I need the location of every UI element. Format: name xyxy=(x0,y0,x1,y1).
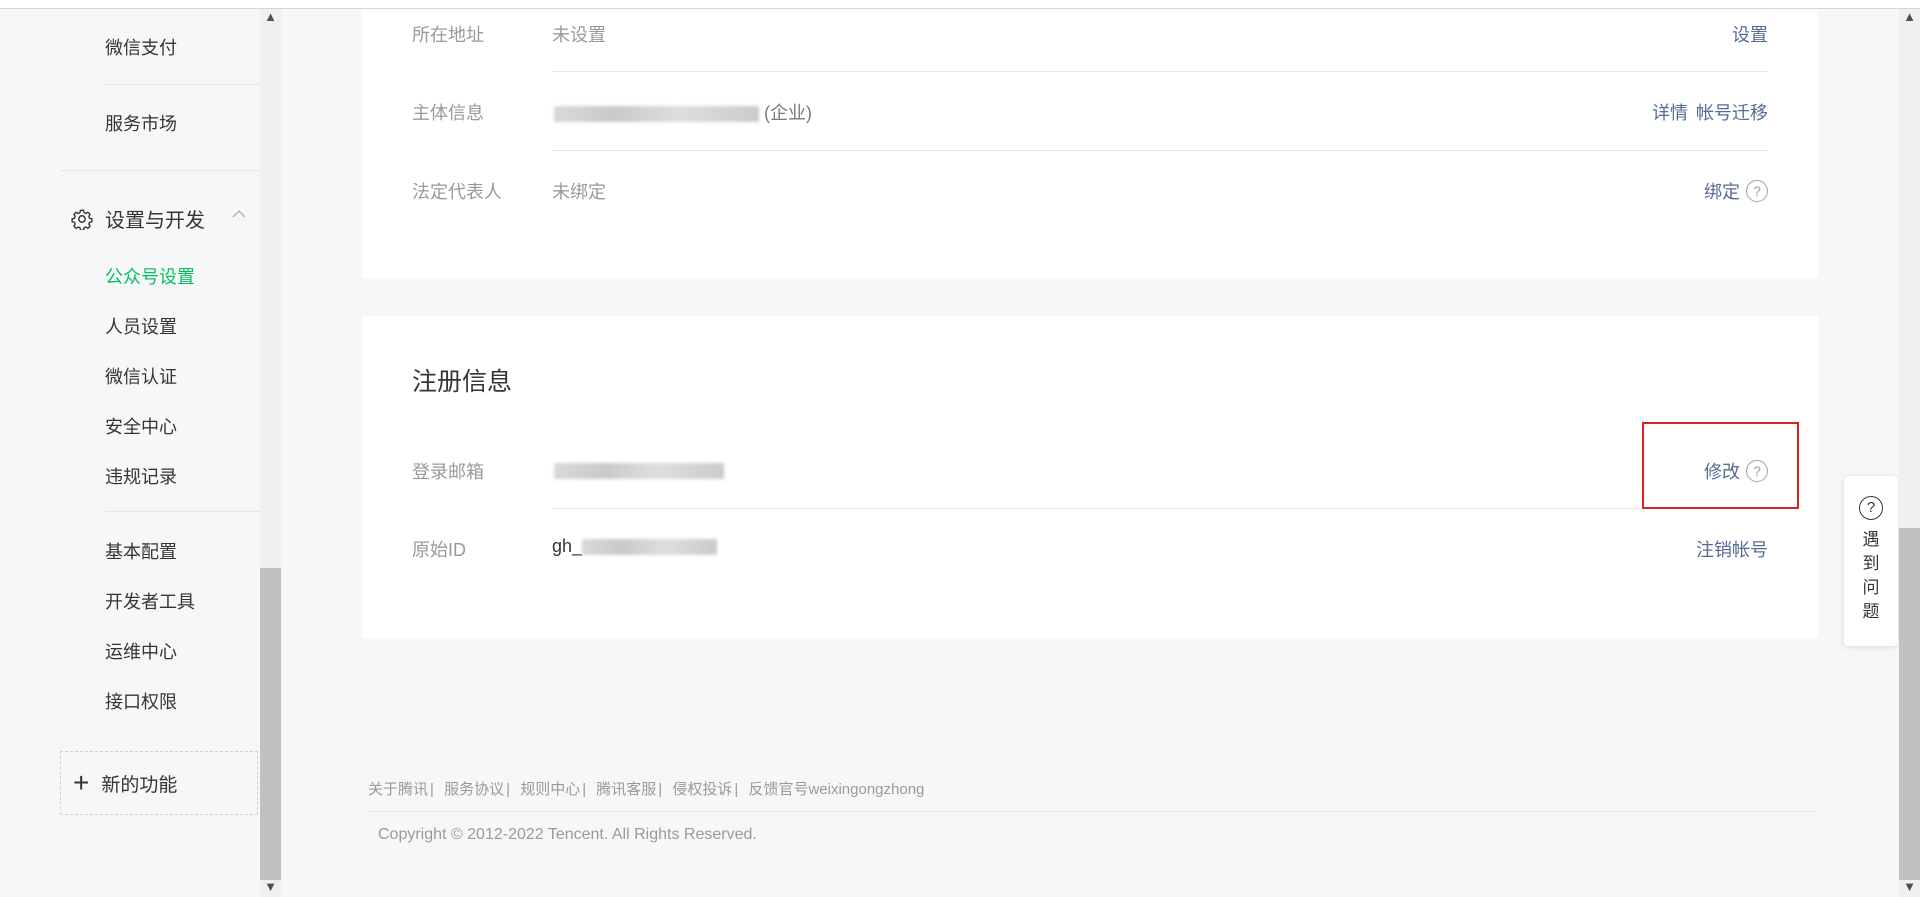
account-migrate-link[interactable]: 帐号迁移 xyxy=(1696,99,1768,125)
footer-link-service-agreement[interactable]: 服务协议 xyxy=(444,781,504,798)
footer-separator: | xyxy=(658,781,663,798)
sidebar-item-violation-records[interactable]: 违规记录 xyxy=(105,463,177,489)
sidebar-item-service-market[interactable]: 服务市场 xyxy=(105,110,177,136)
cancel-account-link[interactable]: 注销帐号 xyxy=(1696,536,1768,562)
sidebar-item-api-permissions[interactable]: 接口权限 xyxy=(105,688,177,714)
redacted-id xyxy=(582,539,718,556)
legal-rep-value: 未绑定 xyxy=(552,182,606,202)
original-id-prefix: gh_ xyxy=(552,536,583,556)
plus-icon: + xyxy=(73,767,90,798)
footer-link-rules-center[interactable]: 规则中心 xyxy=(520,781,580,798)
sidebar-item-basic-config[interactable]: 基本配置 xyxy=(105,538,177,564)
footer-link-about[interactable]: 关于腾讯 xyxy=(368,781,428,798)
original-id-label: 原始ID xyxy=(412,540,466,560)
registration-info-card: 注册信息 登录邮箱 修改 ? 原始ID gh_ 注销帐号 xyxy=(362,316,1818,638)
sidebar-item-dev-tools[interactable]: 开发者工具 xyxy=(105,588,195,614)
floating-help-button[interactable]: ? 遇到问题 xyxy=(1844,476,1898,646)
sidebar: 微信支付 服务市场 设置与开发 公众号设置 人员设置 微信认证 安全中心 违规记… xyxy=(0,8,260,897)
bind-link[interactable]: 绑定 xyxy=(1704,178,1740,204)
sidebar-scrollbar-thumb[interactable] xyxy=(260,568,281,880)
footer-separator: | xyxy=(734,781,739,798)
highlight-annotation-box xyxy=(1642,422,1799,509)
sidebar-scrollbar[interactable]: ▲ ▼ xyxy=(260,8,281,897)
entity-info-label: 主体信息 xyxy=(412,103,484,123)
row-divider xyxy=(552,508,1768,509)
browser-top-edge xyxy=(0,0,1920,9)
footer-link-infringement[interactable]: 侵权投诉 xyxy=(672,781,732,798)
gear-icon xyxy=(71,209,93,230)
login-email-value xyxy=(554,460,724,481)
sidebar-divider xyxy=(105,511,260,512)
footer-separator: | xyxy=(430,781,434,798)
row-divider xyxy=(552,71,1768,72)
redacted-email xyxy=(554,463,724,480)
floating-help-label: 遇到问题 xyxy=(1862,530,1880,621)
sidebar-item-member-settings[interactable]: 人员设置 xyxy=(105,313,177,339)
sidebar-divider xyxy=(105,84,260,85)
legal-rep-bind: 绑定 ? xyxy=(1704,178,1768,204)
scroll-up-arrow-icon[interactable]: ▲ xyxy=(1903,10,1916,23)
footer-separator: | xyxy=(582,781,587,798)
footer-link-feedback[interactable]: 反馈官号weixingongzhong xyxy=(748,781,924,798)
entity-detail-link[interactable]: 详情 xyxy=(1652,99,1688,125)
account-info-card: 所在地址 未设置 设置 主体信息 (企业) 详情 帐号迁移 法定代表人 未绑定 … xyxy=(362,8,1818,278)
address-value: 未设置 xyxy=(552,25,606,45)
sidebar-item-account-settings[interactable]: 公众号设置 xyxy=(105,263,195,289)
redacted-company-name xyxy=(554,106,759,123)
new-function-button[interactable]: + 新的功能 xyxy=(60,751,258,815)
login-email-label: 登录邮箱 xyxy=(412,462,484,482)
entity-info-value: (企业) xyxy=(554,99,812,125)
footer-divider xyxy=(368,811,1818,812)
registration-title: 注册信息 xyxy=(412,368,513,396)
address-label: 所在地址 xyxy=(412,25,484,45)
address-set-link[interactable]: 设置 xyxy=(1732,21,1768,47)
entity-links: 详情 帐号迁移 xyxy=(1652,99,1768,125)
entity-type: (企业) xyxy=(764,103,813,123)
copyright-text: Copyright © 2012-2022 Tencent. All Right… xyxy=(378,826,757,843)
page-scrollbar-thumb[interactable] xyxy=(1899,528,1920,880)
question-icon: ? xyxy=(1859,496,1883,520)
legal-rep-label: 法定代表人 xyxy=(412,182,502,202)
scroll-down-arrow-icon[interactable]: ▼ xyxy=(1903,880,1916,893)
row-divider xyxy=(552,150,1768,151)
sidebar-item-security-center[interactable]: 安全中心 xyxy=(105,413,177,439)
sidebar-section-settings-dev[interactable]: 设置与开发 xyxy=(71,204,205,233)
help-icon[interactable]: ? xyxy=(1746,180,1768,202)
sidebar-item-ops-center[interactable]: 运维中心 xyxy=(105,638,177,664)
footer-link-customer-service[interactable]: 腾讯客服 xyxy=(596,781,656,798)
sidebar-divider xyxy=(60,170,260,171)
sidebar-item-wechat-verify[interactable]: 微信认证 xyxy=(105,363,177,389)
page-scrollbar[interactable]: ▲ ▼ xyxy=(1899,8,1920,897)
footer-separator: | xyxy=(506,781,511,798)
original-id-value: gh_ xyxy=(552,536,718,557)
footer-links: 关于腾讯 | 服务协议 | 规则中心 | 腾讯客服 | 侵权投诉 | 反馈官号weixin… xyxy=(368,778,924,799)
new-function-label: 新的功能 xyxy=(101,774,178,796)
scroll-up-arrow-icon[interactable]: ▲ xyxy=(264,10,277,23)
scroll-down-arrow-icon[interactable]: ▼ xyxy=(264,880,277,893)
sidebar-item-wechat-pay[interactable]: 微信支付 xyxy=(105,34,177,60)
sidebar-section-label: 设置与开发 xyxy=(105,210,205,232)
chevron-up-icon[interactable] xyxy=(231,206,247,222)
